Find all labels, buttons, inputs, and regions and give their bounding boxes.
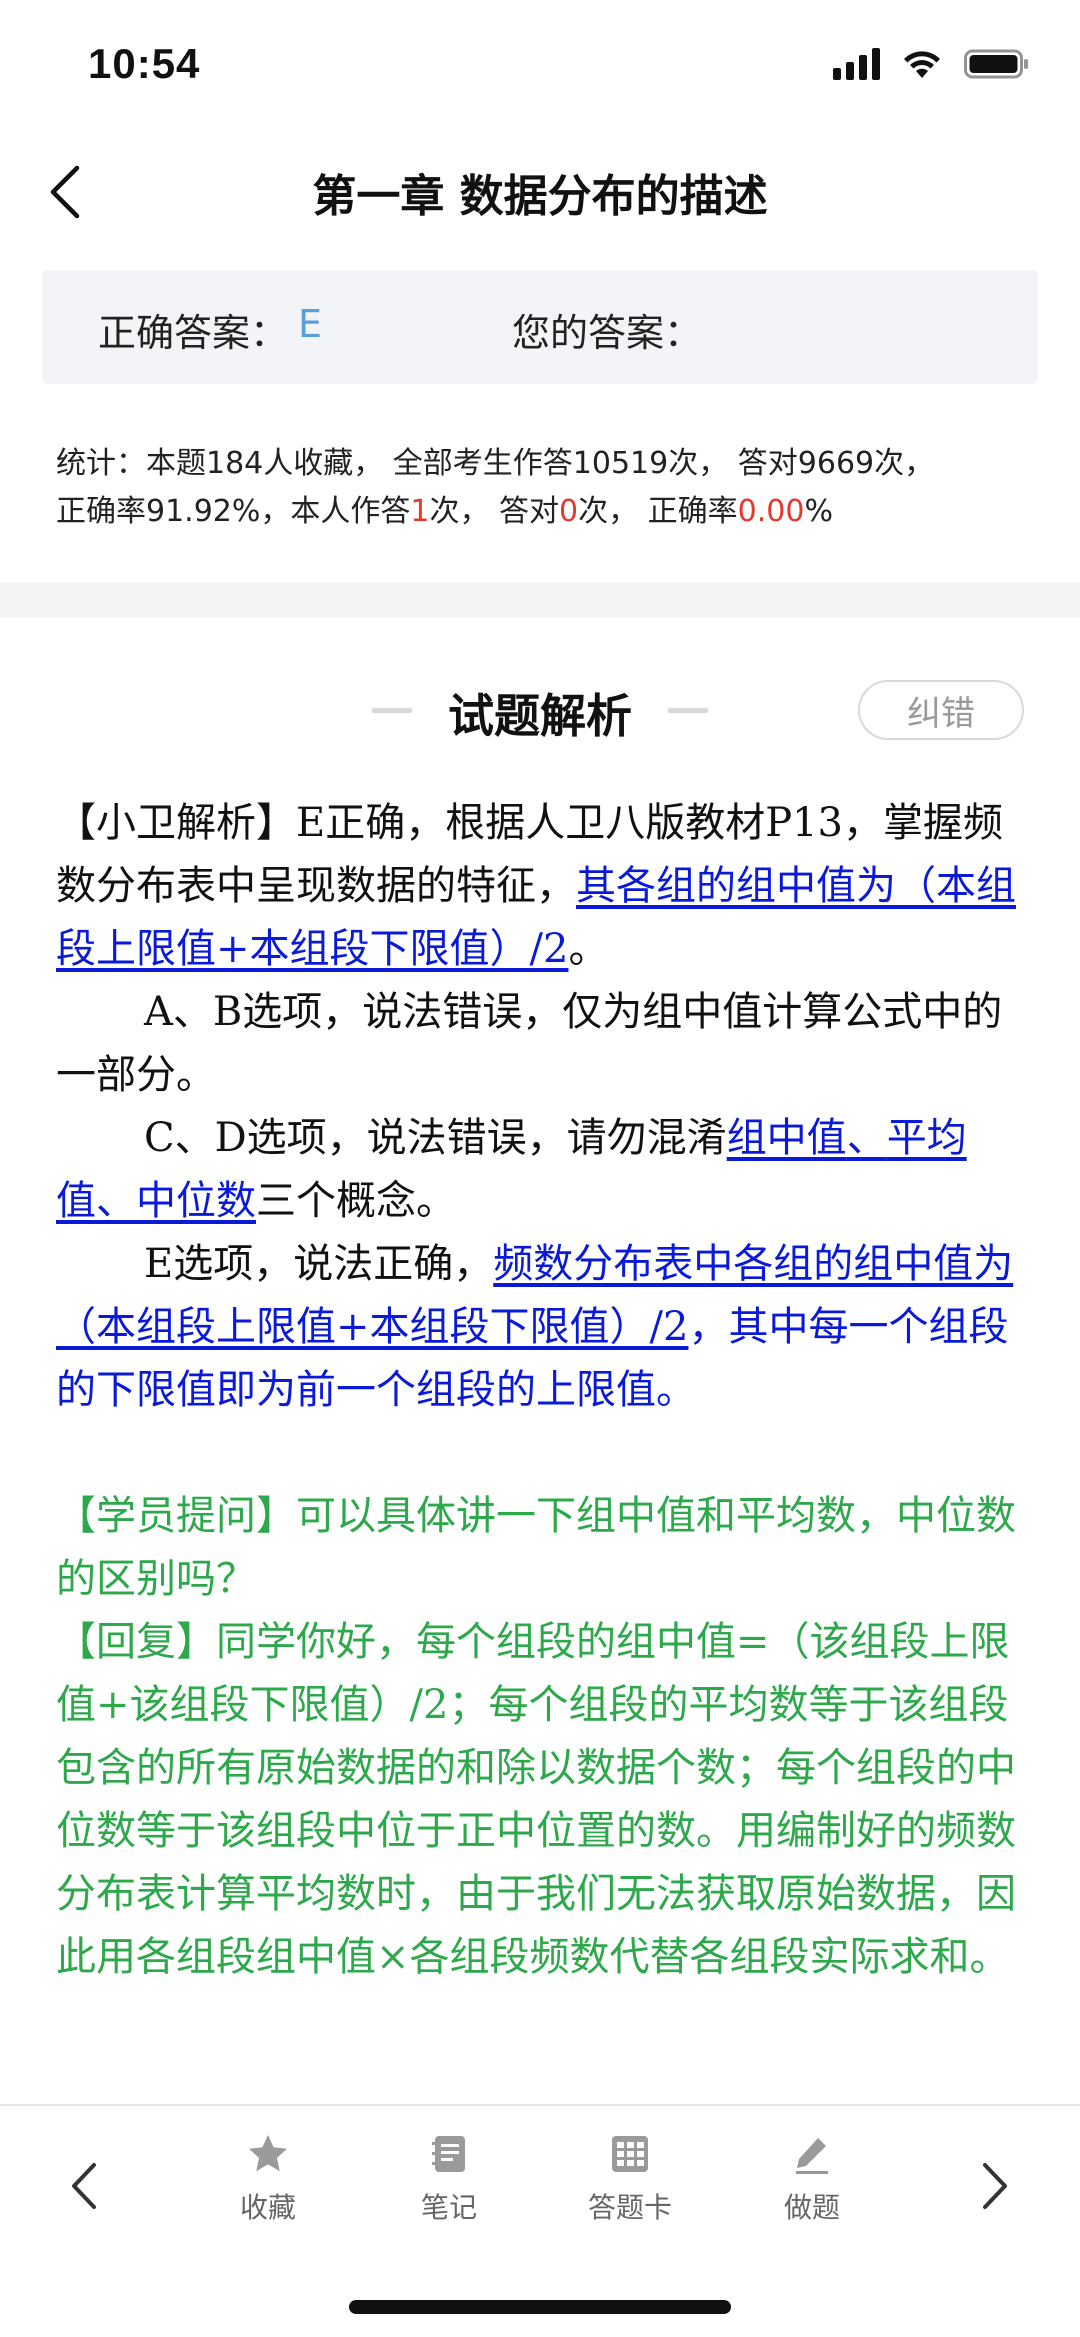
next-question-button[interactable] <box>955 2146 1035 2226</box>
statistics: 统计：本题184人收藏， 全部考生作答10519次， 答对9669次， 正确率9… <box>56 440 1046 536</box>
notebook-icon <box>432 2136 465 2172</box>
wifi-icon <box>904 51 940 78</box>
stats-rate-label: 正确率91.92%，本人作答 <box>56 494 411 529</box>
teacher-reply: 【回复】同学你好，每个组段的组中值=（该组段上限值+该组段下限值）/2；每个组段… <box>56 1619 1016 1980</box>
chevron-left-icon <box>72 2163 96 2209</box>
student-question: 【学员提问】可以具体讲一下组中值和平均数，中位数的区别吗？ <box>56 1493 1016 1602</box>
star-icon <box>249 2135 287 2172</box>
attempts-suffix: 次， 答对 <box>429 494 560 529</box>
stats-line-2: 正确率91.92%，本人作答1次， 答对0次， 正确率0.00% <box>56 488 1046 536</box>
correct-suffix: 次， 正确率 <box>578 494 738 529</box>
favorite-button[interactable]: 收藏 <box>193 2132 343 2226</box>
my-attempts: 1 <box>410 494 430 529</box>
answer-card: 正确答案： E 您的答案： <box>42 270 1038 384</box>
analysis-paragraph-3: C、D选项，说法错误，请勿混淆组中值、平均值、中位数三个概念。 <box>56 1115 967 1224</box>
grid-icon <box>612 2136 648 2172</box>
analysis-paragraph-1: 【小卫解析】E正确，根据人卫八版教材P13，掌握频数分布表中呈现数据的特征，其各… <box>56 800 1016 972</box>
correct-answer-value: E <box>298 302 323 346</box>
answer-card-label: 答题卡 <box>587 2191 672 2224</box>
do-question-button[interactable]: 做题 <box>737 2132 887 2226</box>
status-bar: 10:54 <box>0 0 1080 130</box>
status-time: 10:54 <box>88 40 201 87</box>
correct-answer-label: 正确答案： <box>98 311 289 355</box>
cellular-signal-icon <box>833 48 880 80</box>
term-link-median: 中位数 <box>136 1178 256 1224</box>
favorite-label: 收藏 <box>239 2191 296 2224</box>
home-indicator[interactable] <box>349 2300 731 2314</box>
nav-header: 第一章 数据分布的描述 <box>0 130 1080 250</box>
your-answer-label: 您的答案： <box>512 311 703 355</box>
previous-question-button[interactable] <box>44 2146 124 2226</box>
battery-icon <box>964 49 1028 79</box>
stats-line-1: 统计：本题184人收藏， 全部考生作答10519次， 答对9669次， <box>56 446 935 481</box>
status-icons <box>833 48 1030 80</box>
analysis-paragraph-2: A、B选项，说法错误，仅为组中值计算公式中的一部分。 <box>56 989 1003 1098</box>
analysis-section-header: 试题解析 纠错 <box>0 670 1080 750</box>
analysis-paragraph-4: E选项，说法正确，频数分布表中各组的组中值为（本组段上限值+本组段下限值）/2，… <box>56 1241 1014 1413</box>
analysis-content: 【小卫解析】E正确，根据人卫八版教材P13，掌握频数分布表中呈现数据的特征，其各… <box>56 792 1026 1989</box>
do-question-label: 做题 <box>783 2191 840 2224</box>
page-title: 第一章 数据分布的描述 <box>312 171 768 222</box>
my-correct: 0 <box>559 494 579 529</box>
notes-label: 笔记 <box>420 2191 477 2224</box>
answer-row: 正确答案： E 您的答案： <box>98 302 702 357</box>
section-divider <box>0 582 1080 618</box>
chevron-right-icon <box>983 2163 1007 2209</box>
pencil-icon <box>796 2138 828 2174</box>
my-rate: 0.00 <box>737 494 805 529</box>
term-link-group-midpoint: 组中值 <box>726 1115 847 1161</box>
answer-card-button[interactable]: 答题卡 <box>555 2132 705 2226</box>
rate-suffix: % <box>804 494 833 529</box>
report-error-button[interactable]: 纠错 <box>858 680 1024 740</box>
title-dash-right <box>668 708 708 713</box>
notes-button[interactable]: 笔记 <box>374 2132 524 2226</box>
